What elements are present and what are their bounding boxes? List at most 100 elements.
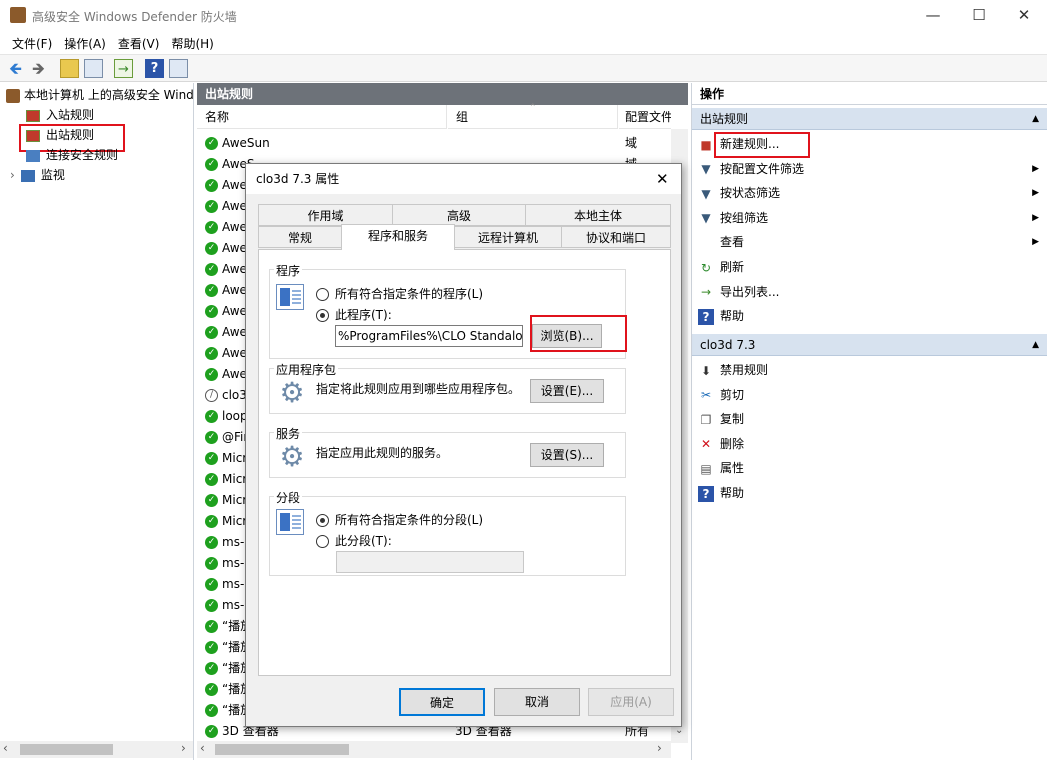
close-icon[interactable]: ✕ — [656, 170, 669, 188]
tree-root[interactable]: 本地计算机 上的高级安全 Wind — [6, 85, 194, 105]
export-icon[interactable]: → — [114, 59, 133, 78]
radio-this-program[interactable]: 此程序(T): — [316, 306, 392, 323]
up-folder-icon[interactable] — [60, 59, 79, 78]
rule-name: Awe — [222, 262, 247, 276]
scroll-right-icon[interactable]: › — [657, 741, 662, 755]
cancel-button[interactable]: 取消 — [494, 688, 580, 716]
tree-item-monitoring[interactable]: › 监视 — [10, 165, 65, 185]
enabled-check-icon: ✓ — [205, 704, 218, 717]
radio-all-segments[interactable]: 所有符合指定条件的分段(L) — [316, 511, 483, 528]
connection-security-icon — [26, 149, 40, 162]
menu-view[interactable]: 查看(V) — [112, 32, 166, 52]
tab-remote-computers[interactable]: 远程计算机 — [454, 226, 562, 248]
tab-scope[interactable]: 作用域 — [258, 204, 393, 226]
action-label: 导出列表... — [720, 284, 780, 299]
menu-help[interactable]: 帮助(H) — [165, 32, 219, 52]
scroll-right-icon[interactable]: › — [181, 741, 186, 755]
rule-name: Awe — [222, 283, 247, 297]
title-bar: 高级安全 Windows Defender 防火墙 — ☐ ✕ — [0, 0, 1047, 32]
rule-name: Micr — [222, 514, 248, 528]
action-pane-icon[interactable] — [169, 59, 188, 78]
minimize-button[interactable]: — — [910, 0, 956, 30]
enabled-check-icon: ✓ — [205, 557, 218, 570]
apply-button[interactable]: 应用(A) — [588, 688, 674, 716]
firewall-icon — [6, 88, 20, 103]
action-item[interactable]: ▼ 按组筛选 ▶ — [692, 206, 1047, 230]
action-label: 按配置文件筛选 — [720, 161, 805, 176]
radio-all-programs-control[interactable] — [316, 288, 329, 301]
filter-icon: ▼ — [701, 211, 711, 226]
action-label: 删除 — [720, 436, 745, 451]
tree-item-connection-security[interactable]: 连接安全规则 — [26, 145, 118, 165]
enabled-check-icon: ✓ — [205, 620, 218, 633]
scroll-thumb[interactable] — [215, 744, 349, 755]
ok-button[interactable]: 确定 — [399, 688, 485, 716]
radio-all-segments-control[interactable] — [316, 514, 329, 527]
back-arrow-icon[interactable]: 🡸 — [6, 59, 25, 78]
action-item[interactable]: → 导出列表... — [692, 280, 1047, 304]
program-path-input[interactable]: %ProgramFiles%\CLO Standalo — [335, 325, 523, 347]
radio-this-program-control[interactable] — [316, 309, 329, 322]
package-settings-button[interactable]: 设置(E)... — [530, 379, 604, 403]
rule-name: Awe — [222, 178, 247, 192]
expand-chevron-icon[interactable]: › — [10, 168, 15, 182]
help-icon[interactable]: ? — [145, 59, 164, 78]
segment-icon — [276, 509, 304, 535]
services-group: 服务 ⚙ 指定应用此规则的服务。 设置(S)... — [269, 425, 626, 478]
dialog-title: clo3d 7.3 属性 — [246, 164, 681, 194]
scroll-left-icon[interactable]: ‹ — [200, 741, 205, 755]
action-item[interactable]: 查看 ▶ — [692, 230, 1047, 254]
maximize-button[interactable]: ☐ — [956, 0, 1002, 30]
enabled-check-icon: ✓ — [205, 137, 218, 150]
action-item[interactable]: ✂ 剪切 — [692, 383, 1047, 407]
scroll-left-icon[interactable]: ‹ — [3, 741, 8, 755]
action-item[interactable]: ❐ 复制 — [692, 407, 1047, 431]
tab-general[interactable]: 常规 — [258, 226, 342, 248]
radio-this-segment[interactable]: 此分段(T): — [316, 532, 392, 549]
actions-section-outbound[interactable]: 出站规则 ▲ — [692, 108, 1047, 130]
action-item[interactable]: ▼ 按状态筛选 ▶ — [692, 181, 1047, 205]
column-header-profile[interactable]: 配置文件 — [619, 105, 671, 129]
tab-programs-services[interactable]: 程序和服务 — [341, 224, 455, 250]
rules-horizontal-scrollbar[interactable]: ‹ › — [197, 741, 671, 758]
app-package-group: 应用程序包 ⚙ 指定将此规则应用到哪些应用程序包。 设置(E)... — [269, 361, 626, 414]
menu-file[interactable]: 文件(F) — [6, 32, 58, 52]
actions-section-rule[interactable]: clo3d 7.3 ▲ — [692, 334, 1047, 356]
tab-protocols-ports[interactable]: 协议和端口 — [561, 226, 671, 248]
action-item[interactable]: ? 帮助 — [692, 481, 1047, 505]
column-header-name[interactable]: 名称 — [197, 105, 447, 129]
monitor-icon — [20, 169, 35, 182]
rule-name: Awe — [222, 199, 247, 213]
enabled-check-icon: ✓ — [205, 578, 218, 591]
action-item[interactable]: ✕ 删除 — [692, 432, 1047, 456]
program-group-label: 程序 — [274, 262, 303, 279]
collapse-icon[interactable]: ▲ — [1032, 108, 1039, 130]
tab-advanced[interactable]: 高级 — [392, 204, 526, 226]
tab-local-principals[interactable]: 本地主体 — [525, 204, 671, 226]
tree-item-inbound[interactable]: 入站规则 — [26, 105, 94, 125]
show-hide-tree-icon[interactable] — [84, 59, 103, 78]
help-icon: ? — [698, 485, 714, 502]
radio-this-segment-control[interactable] — [316, 535, 329, 548]
enabled-check-icon: ✓ — [205, 641, 218, 654]
menu-action[interactable]: 操作(A) — [58, 32, 112, 52]
action-item[interactable]: ? 帮助 — [692, 304, 1047, 328]
action-item[interactable]: ↻ 刷新 — [692, 255, 1047, 279]
forward-arrow-icon[interactable]: 🡺 — [29, 59, 48, 78]
action-item[interactable]: ▤ 属性 — [692, 456, 1047, 480]
enabled-check-icon: ✓ — [205, 326, 218, 339]
radio-all-programs[interactable]: 所有符合指定条件的程序(L) — [316, 285, 483, 302]
action-item[interactable]: ⬇ 禁用规则 — [692, 358, 1047, 382]
enabled-check-icon: ✓ — [205, 221, 218, 234]
tree-horizontal-scrollbar[interactable]: ‹ › — [0, 741, 193, 758]
services-settings-button[interactable]: 设置(S)... — [530, 443, 604, 467]
segment-input[interactable] — [336, 551, 524, 573]
segment-group: 分段 所有符合指定条件的分段(L) 此分段(T): — [269, 489, 626, 576]
table-row[interactable]: ✓ AweSun 域 — [197, 133, 667, 154]
collapse-icon[interactable]: ▲ — [1032, 334, 1039, 356]
action-item[interactable]: ▼ 按配置文件筛选 ▶ — [692, 157, 1047, 181]
action-label: 禁用规则 — [720, 363, 769, 377]
enabled-check-icon: ✓ — [205, 179, 218, 192]
close-window-button[interactable]: ✕ — [1001, 0, 1047, 30]
scroll-thumb[interactable] — [20, 744, 113, 755]
